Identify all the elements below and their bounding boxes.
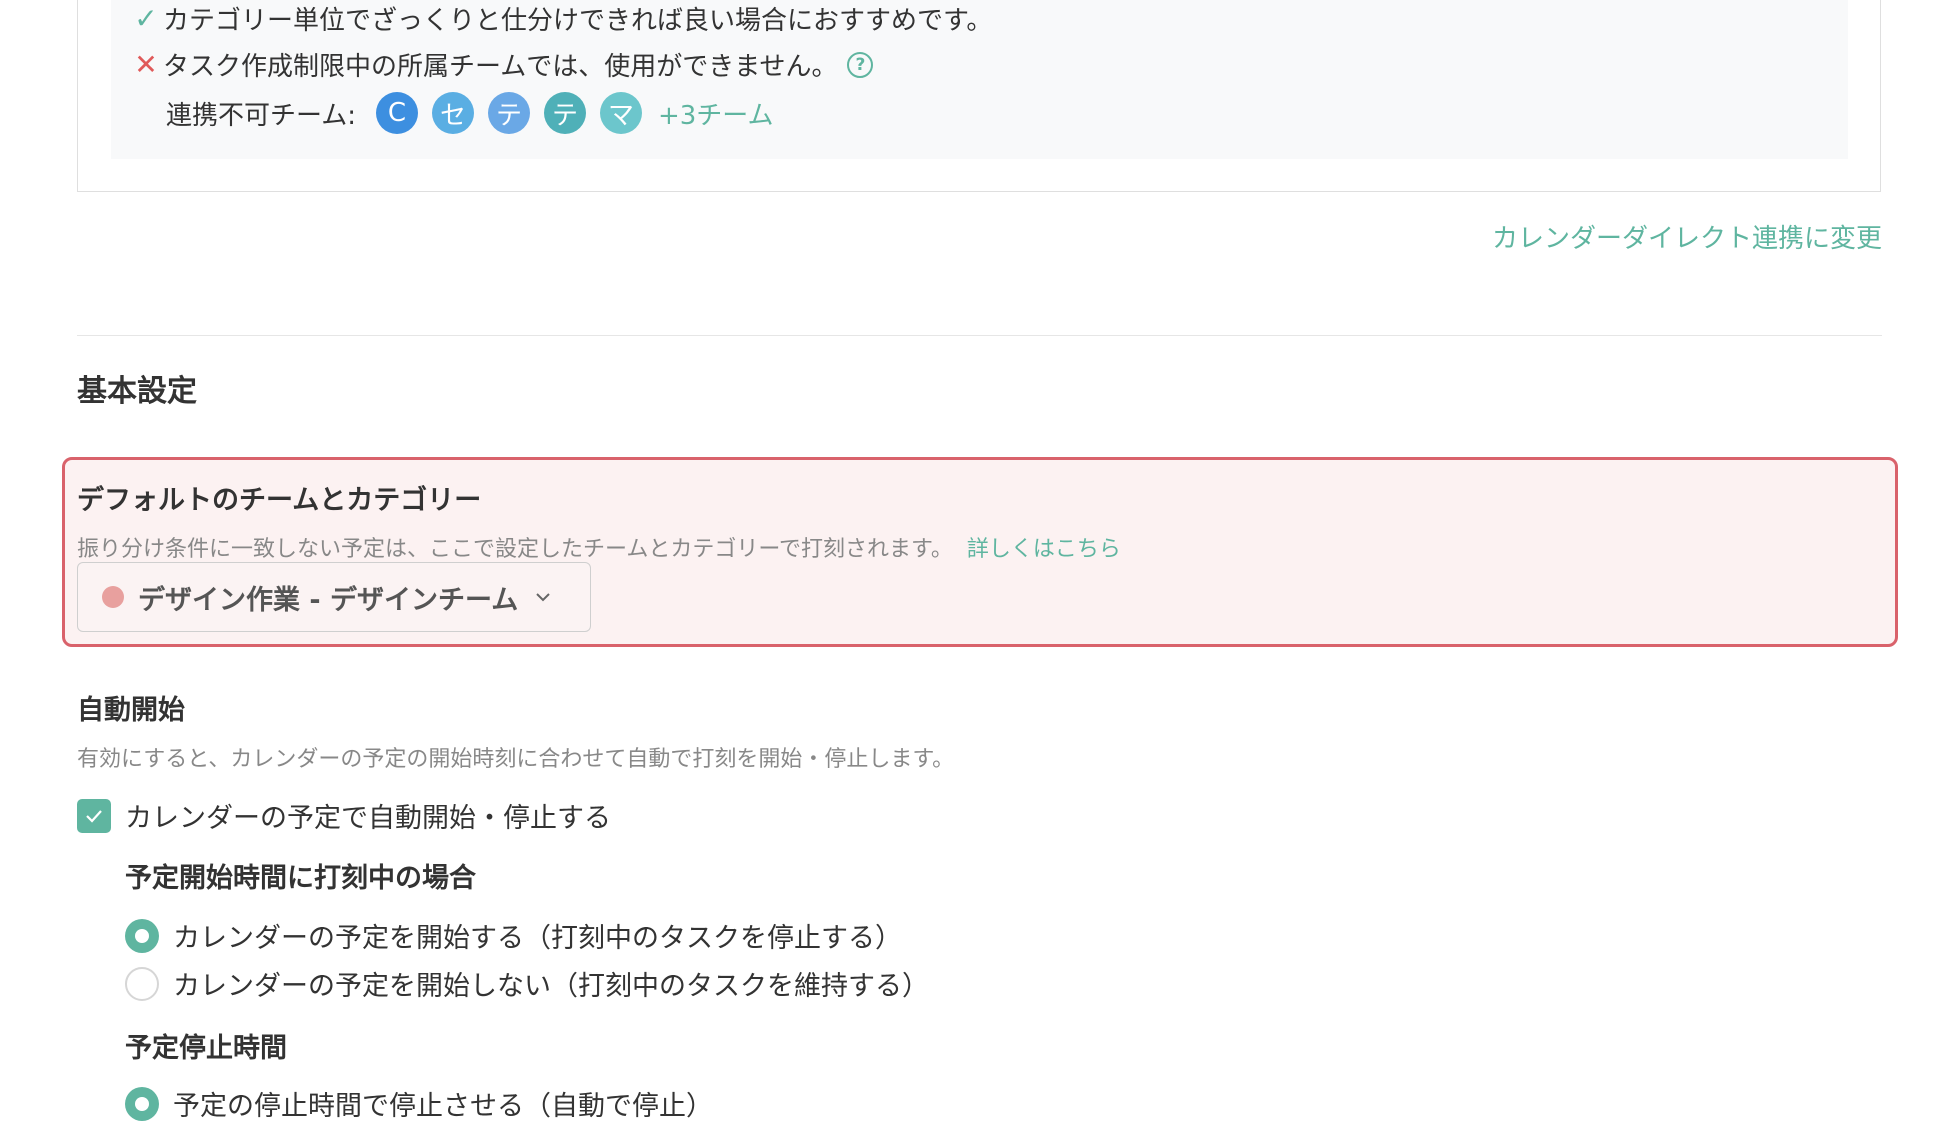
default-team-title: デフォルトのチームとカテゴリー	[77, 485, 482, 516]
pro-text: カテゴリー単位でざっくりと仕分けできれば良い場合におすすめです。	[163, 6, 993, 36]
cross-icon: ✕	[134, 48, 158, 81]
keep-option-row[interactable]: カレンダーの予定を開始しない（打刻中のタスクを維持する）	[125, 964, 929, 1003]
radio-button-selected[interactable]	[125, 918, 159, 953]
team-avatar: テ	[543, 92, 586, 134]
blocked-teams-label: 連携不可チーム:	[166, 100, 356, 131]
help-icon[interactable]: ?	[847, 51, 874, 78]
default-team-description: 振り分け条件に一致しない予定は、ここで設定したチームとカテゴリーで打刻されます。…	[77, 531, 1121, 563]
switch-direct-integration-link[interactable]: カレンダーダイレクト連携に変更	[1492, 218, 1882, 255]
more-teams-link[interactable]: +3チーム	[658, 95, 774, 132]
con-line: ✕ タスク作成制限中の所属チームでは、使用ができません。 ?	[131, 46, 874, 83]
checkmark-icon	[86, 809, 102, 823]
check-icon: ✓	[134, 2, 158, 35]
radio-button-selected[interactable]	[125, 1086, 159, 1121]
selected-team-category: デザイン作業 - デザインチーム	[138, 584, 519, 616]
details-link[interactable]: 詳しくはこちら	[967, 537, 1121, 562]
stop-time-title: 予定停止時間	[125, 1033, 287, 1064]
auto-start-checkbox[interactable]	[77, 798, 111, 833]
team-avatar: テ	[487, 92, 530, 134]
start-option-label: カレンダーの予定を開始する（打刻中のタスクを停止する）	[173, 923, 902, 954]
section-title: 基本設定	[77, 374, 197, 409]
pro-line: ✓ カテゴリー単位でざっくりと仕分けできれば良い場合におすすめです。	[131, 0, 992, 37]
stop-option-label: 予定の停止時間で停止させる（自動で停止）	[173, 1091, 713, 1122]
blocked-teams-line: 連携不可チーム: C セ テ テ マ +3チーム	[166, 92, 774, 134]
default-team-select[interactable]: デザイン作業 - デザインチーム	[77, 562, 591, 632]
auto-start-description: 有効にすると、カレンダーの予定の開始時刻に合わせて自動で打刻を開始・停止します。	[77, 747, 955, 772]
auto-start-title: 自動開始	[77, 695, 185, 726]
radio-button[interactable]	[125, 966, 159, 1001]
integration-info-box: ✓ カテゴリー単位でざっくりと仕分けできれば良い場合におすすめです。 ✕ タスク…	[77, 0, 1881, 192]
start-behavior-title: 予定開始時間に打刻中の場合	[125, 863, 476, 894]
team-avatar: セ	[431, 92, 474, 134]
con-text: タスク作成制限中の所属チームでは、使用ができません。	[163, 52, 838, 82]
team-avatar: マ	[599, 92, 642, 134]
team-avatar: C	[375, 92, 418, 134]
start-option-row[interactable]: カレンダーの予定を開始する（打刻中のタスクを停止する）	[125, 916, 902, 955]
stop-option-row[interactable]: 予定の停止時間で停止させる（自動で停止）	[125, 1084, 713, 1123]
auto-start-checkbox-label: カレンダーの予定で自動開始・停止する	[125, 803, 611, 834]
auto-start-checkbox-row[interactable]: カレンダーの予定で自動開始・停止する	[77, 796, 611, 835]
keep-option-label: カレンダーの予定を開始しない（打刻中のタスクを維持する）	[173, 971, 929, 1002]
category-color-dot	[102, 586, 124, 608]
integration-info-panel: ✓ カテゴリー単位でざっくりと仕分けできれば良い場合におすすめです。 ✕ タスク…	[111, 0, 1848, 159]
default-team-description-text: 振り分け条件に一致しない予定は、ここで設定したチームとカテゴリーで打刻されます。	[77, 537, 953, 562]
chevron-down-icon	[536, 593, 550, 602]
section-divider	[77, 335, 1882, 336]
